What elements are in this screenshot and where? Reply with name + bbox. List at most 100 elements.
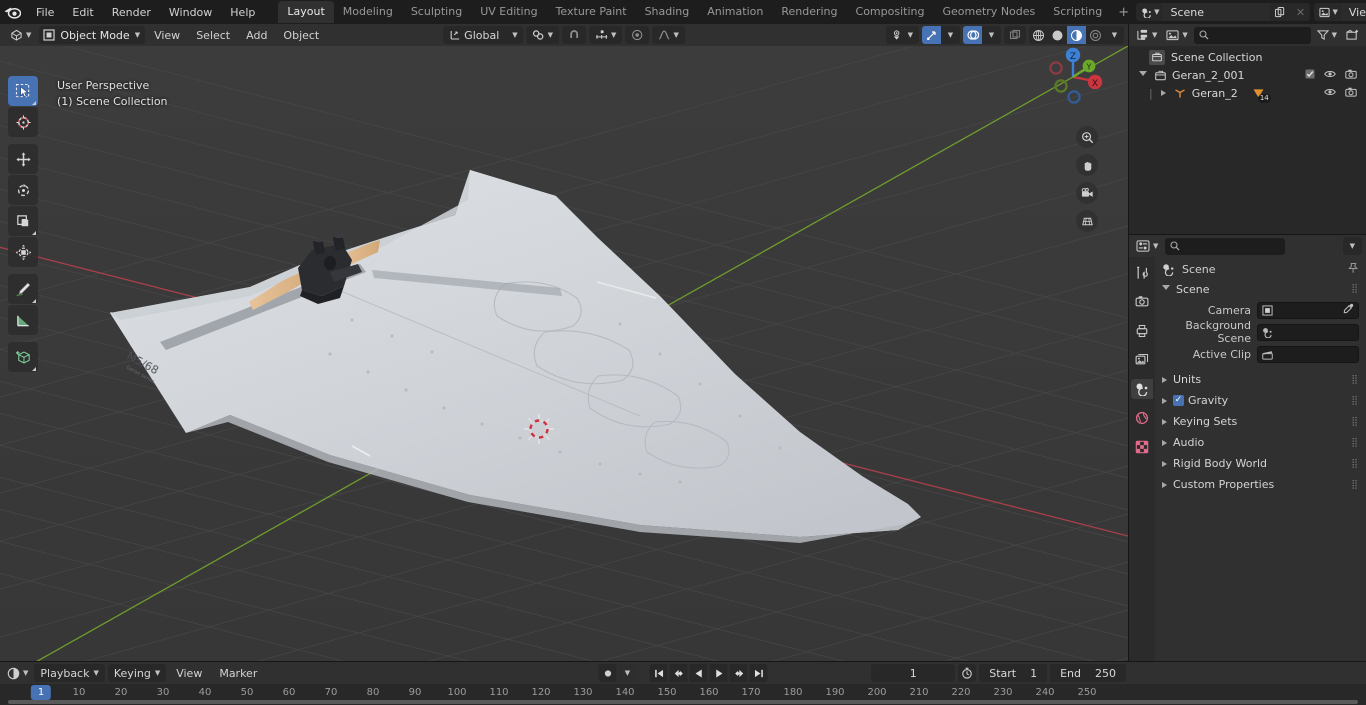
start-frame-field[interactable]: Start 1 [979, 664, 1048, 682]
viewport-canvas[interactable]: M5/68 Geran series [0, 46, 1128, 661]
properties-tab-tool[interactable] [1131, 263, 1153, 283]
snap-settings-button[interactable]: ▼ [589, 26, 623, 44]
disable-in-renders-icon[interactable] [1345, 69, 1357, 82]
exclude-checkbox[interactable] [1305, 68, 1315, 82]
outliner-row-geran-2[interactable]: | Geran_2 14 [1129, 84, 1366, 103]
new-scene-button[interactable] [1270, 3, 1291, 21]
timeline-menu-playback[interactable]: Playback ▼ [34, 664, 105, 682]
play-reverse-button[interactable] [689, 664, 708, 682]
panel-drag-handle[interactable]: ⣿ [1351, 396, 1359, 406]
mesh-data-badge[interactable]: 14 [1252, 87, 1271, 103]
xray-toggle-button[interactable] [1004, 26, 1026, 44]
viewport-menu-object[interactable]: Object [276, 27, 326, 44]
proportional-falloff-button[interactable]: ▼ [652, 26, 685, 44]
properties-tab-render[interactable] [1131, 292, 1153, 312]
expander-closed-icon[interactable] [1162, 418, 1167, 425]
timeline-playhead[interactable]: 1 [30, 685, 52, 700]
view-layer-selector[interactable]: ▼ View Layer ✕ [1314, 3, 1366, 21]
outliner-row-geran-2-001[interactable]: Geran_2_001 [1129, 66, 1366, 84]
properties-tab-scene[interactable] [1131, 379, 1153, 399]
menu-help[interactable]: Help [221, 3, 264, 22]
measure-tool[interactable] [8, 305, 38, 335]
workspace-tab-uv-editing[interactable]: UV Editing [471, 1, 546, 23]
navigation-gizmo[interactable]: Z X Y [1036, 40, 1110, 114]
outliner-editor-type-button[interactable]: ▼ [1133, 26, 1160, 44]
add-cube-tool[interactable] [8, 342, 38, 372]
timeline-menu-view[interactable]: View [169, 665, 209, 682]
expander-open-icon[interactable] [1139, 71, 1147, 79]
active-clip-field[interactable] [1257, 345, 1359, 363]
menu-file[interactable]: File [27, 3, 63, 22]
audio-section-header[interactable]: Audio ⣿ [1155, 432, 1366, 453]
proportional-edit-button[interactable] [625, 26, 650, 44]
scale-tool[interactable] [8, 206, 38, 236]
workspace-tab-geometry-nodes[interactable]: Geometry Nodes [933, 1, 1044, 23]
view-layer-name[interactable]: View Layer [1340, 3, 1366, 21]
add-workspace-button[interactable]: + [1111, 3, 1136, 22]
move-tool[interactable] [8, 144, 38, 174]
workspace-tab-layout[interactable]: Layout [278, 1, 334, 23]
properties-editor-type-button[interactable]: ▼ [1133, 237, 1161, 255]
properties-options-button[interactable]: ▼ [1342, 237, 1362, 255]
rigid-body-world-section-header[interactable]: Rigid Body World ⣿ [1155, 453, 1366, 474]
expander-closed-icon[interactable] [1160, 90, 1166, 96]
cursor-tool[interactable] [8, 107, 38, 137]
gizmo-options-button[interactable]: ▼ [941, 26, 960, 44]
end-frame-field[interactable]: End 250 [1050, 664, 1126, 682]
outliner-filter-button[interactable]: ▼ [1314, 26, 1340, 44]
annotate-tool[interactable] [8, 274, 38, 304]
expander-open-icon[interactable] [1162, 285, 1170, 293]
timeline-menu-keying[interactable]: Keying ▼ [107, 664, 167, 682]
overlay-options-button[interactable]: ▼ [982, 26, 1001, 44]
panel-drag-handle[interactable]: ⣿ [1351, 459, 1359, 469]
record-icon[interactable] [598, 664, 617, 682]
viewport-scrollbar-horizontal[interactable] [0, 656, 1128, 661]
camera-icon[interactable] [1076, 182, 1098, 204]
scene-panel-header[interactable]: Scene ⣿ [1155, 279, 1366, 299]
expander-closed-icon[interactable] [1162, 439, 1167, 446]
outliner-search-input[interactable] [1193, 26, 1311, 44]
jump-to-end-button[interactable] [749, 664, 768, 682]
properties-search-input[interactable] [1165, 237, 1286, 255]
play-button[interactable] [709, 664, 728, 682]
properties-tab-world[interactable] [1131, 408, 1153, 428]
blender-logo[interactable] [4, 2, 21, 22]
scene-icon[interactable]: ▼ [1136, 3, 1163, 21]
hide-in-viewport-icon[interactable] [1324, 87, 1336, 100]
use-preview-range-button[interactable] [958, 664, 977, 682]
panel-drag-handle[interactable]: ⣿ [1351, 284, 1359, 294]
properties-tab-output[interactable] [1131, 321, 1153, 341]
properties-tab-texture[interactable] [1131, 437, 1153, 457]
zoom-icon[interactable] [1076, 126, 1098, 148]
show-gizmo-button[interactable] [922, 26, 941, 44]
timeline-scrollbar-horizontal[interactable] [0, 700, 1366, 705]
scene-selector[interactable]: ▼ Scene ✕ [1136, 3, 1311, 21]
shading-solid-button[interactable] [1048, 26, 1067, 44]
shading-options-button[interactable]: ▼ [1105, 26, 1124, 44]
timeline-scroll-thumb[interactable] [8, 700, 1358, 704]
panel-drag-handle[interactable]: ⣿ [1351, 438, 1359, 448]
menu-render[interactable]: Render [103, 3, 160, 22]
background-scene-field[interactable] [1257, 323, 1359, 341]
panel-drag-handle[interactable]: ⣿ [1351, 480, 1359, 490]
gravity-checkbox[interactable]: ✓ [1173, 395, 1184, 406]
unlink-scene-button[interactable]: ✕ [1290, 3, 1311, 21]
panel-drag-handle[interactable]: ⣿ [1351, 375, 1359, 385]
workspace-tab-modeling[interactable]: Modeling [334, 1, 402, 23]
scene-name[interactable]: Scene [1162, 3, 1271, 21]
keying-sets-section-header[interactable]: Keying Sets ⣿ [1155, 411, 1366, 432]
new-collection-button[interactable] [1343, 26, 1362, 44]
editor-type-button[interactable]: ▼ [4, 26, 37, 44]
gravity-section-header[interactable]: ✓ Gravity ⣿ [1155, 390, 1366, 411]
workspace-tab-rendering[interactable]: Rendering [772, 1, 846, 23]
transform-orientation-selector[interactable]: Global ▼ [443, 26, 524, 44]
shading-wireframe-button[interactable] [1029, 26, 1048, 44]
workspace-tab-animation[interactable]: Animation [698, 1, 772, 23]
previous-keyframe-button[interactable] [669, 664, 688, 682]
units-section-header[interactable]: Units ⣿ [1155, 369, 1366, 390]
interaction-mode-selector[interactable]: Object Mode ▼ [39, 26, 146, 44]
jump-to-start-button[interactable] [649, 664, 668, 682]
snap-target-button[interactable]: ▼ [526, 26, 560, 44]
expander-closed-icon[interactable] [1162, 460, 1167, 467]
eyedropper-icon[interactable] [1343, 303, 1354, 317]
